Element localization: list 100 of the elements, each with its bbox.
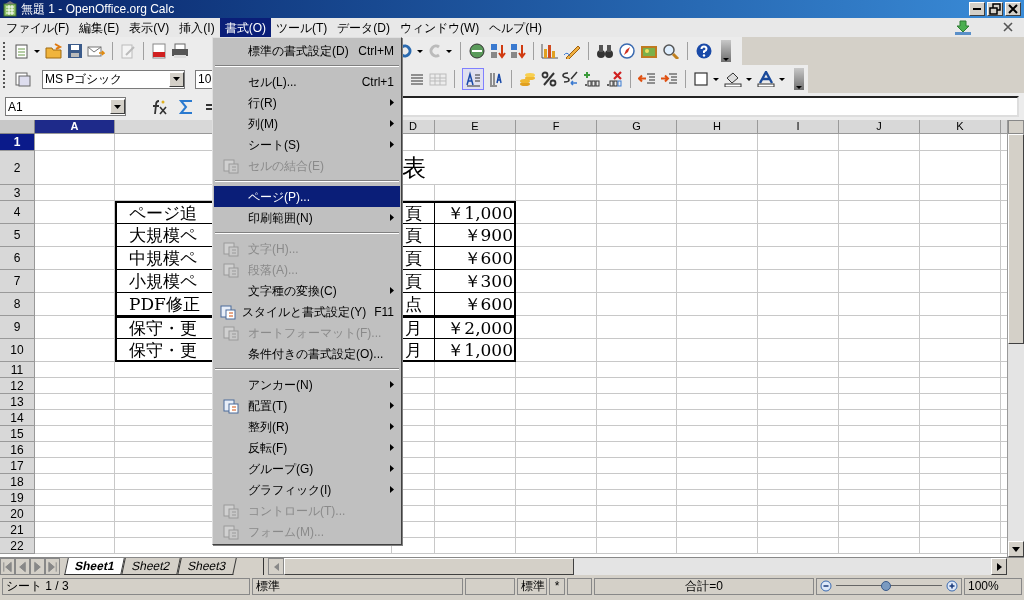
vertical-scrollbar[interactable] <box>1007 120 1024 557</box>
grid-cell[interactable] <box>516 378 597 394</box>
grid-cell[interactable] <box>839 458 920 474</box>
menu-option[interactable]: 整列(R) <box>214 416 400 437</box>
paint-bucket-icon[interactable] <box>724 71 742 87</box>
grid-cell[interactable] <box>597 270 677 293</box>
select-all-corner[interactable] <box>0 120 35 134</box>
menu-item[interactable]: データ(D) <box>332 18 395 37</box>
grid-cell[interactable] <box>920 201 1001 224</box>
grid-cell[interactable] <box>677 362 758 378</box>
grid-cell[interactable] <box>35 201 115 224</box>
scroll-down-button[interactable] <box>1008 541 1024 557</box>
grid-cell[interactable]: ￥300 <box>435 270 516 293</box>
grid-cell[interactable] <box>435 426 516 442</box>
grid-cell[interactable] <box>839 538 920 554</box>
grid-cell[interactable] <box>677 134 758 151</box>
grid-cell[interactable] <box>758 458 839 474</box>
status-zoom[interactable]: 100% <box>964 577 1022 595</box>
grid-cell[interactable] <box>839 270 920 293</box>
column-header[interactable]: H <box>677 120 758 134</box>
next-sheet-button[interactable] <box>30 558 45 575</box>
grid-cell[interactable] <box>435 394 516 410</box>
grid-cell[interactable] <box>35 442 115 458</box>
menu-item[interactable]: ヘルプ(H) <box>484 18 547 37</box>
grid-cell[interactable] <box>677 316 758 339</box>
grid-cell[interactable] <box>920 185 1001 201</box>
grid-cell[interactable] <box>35 134 115 151</box>
zoom-out-icon[interactable] <box>820 578 832 594</box>
grid-cell[interactable] <box>597 474 677 490</box>
grid-cell[interactable] <box>516 339 597 362</box>
grid-cell[interactable] <box>516 151 597 185</box>
grid-cell[interactable] <box>758 224 839 247</box>
gallery-icon[interactable] <box>640 43 658 59</box>
grid-cell[interactable] <box>516 247 597 270</box>
font-name-combobox[interactable]: MS Pゴシック <box>42 69 185 89</box>
grid-cell[interactable] <box>920 339 1001 362</box>
grid-cell[interactable] <box>35 247 115 270</box>
grid-cell[interactable] <box>516 522 597 538</box>
zoom-icon[interactable] <box>662 43 680 59</box>
menu-option[interactable]: グループ(G) <box>214 458 400 479</box>
last-sheet-button[interactable] <box>45 558 60 575</box>
navigator-icon[interactable] <box>468 43 486 59</box>
grid-cell[interactable] <box>839 339 920 362</box>
grid-cell[interactable] <box>435 151 516 185</box>
grid-cell[interactable] <box>597 522 677 538</box>
grid-cell[interactable] <box>35 224 115 247</box>
grid-cell[interactable] <box>516 316 597 339</box>
download-icon[interactable] <box>954 19 972 36</box>
row-header[interactable]: 7 <box>0 270 35 293</box>
grid-cell[interactable] <box>677 339 758 362</box>
row-header[interactable]: 11 <box>0 362 35 378</box>
grid-cell[interactable] <box>516 201 597 224</box>
grid-cell[interactable] <box>758 339 839 362</box>
grid-cell[interactable] <box>677 522 758 538</box>
grid-cell[interactable] <box>758 134 839 151</box>
grid-cell[interactable] <box>35 185 115 201</box>
grid-cell[interactable] <box>758 270 839 293</box>
grid-cell[interactable] <box>597 378 677 394</box>
vertical-align-icon[interactable] <box>488 71 504 87</box>
add-decimal-icon[interactable] <box>583 71 601 87</box>
grid-cell[interactable] <box>516 185 597 201</box>
grid-cell[interactable] <box>516 224 597 247</box>
grid-cell[interactable] <box>597 247 677 270</box>
row-header[interactable]: 4 <box>0 201 35 224</box>
grid-cell[interactable] <box>435 506 516 522</box>
grid-cell[interactable] <box>677 426 758 442</box>
grid-cell[interactable]: ￥1,000 <box>435 339 516 362</box>
grid-cell[interactable] <box>758 490 839 506</box>
grid-cell[interactable] <box>758 410 839 426</box>
grid-cell[interactable]: ￥1,000 <box>435 201 516 224</box>
help-icon[interactable] <box>695 43 713 59</box>
grid-cell[interactable] <box>35 151 115 185</box>
zoom-slider[interactable] <box>836 580 942 592</box>
grid-cell[interactable] <box>920 224 1001 247</box>
grid-cell[interactable] <box>920 378 1001 394</box>
font-color-icon[interactable] <box>757 71 775 87</box>
grid-cell[interactable] <box>516 394 597 410</box>
grid-cell[interactable] <box>597 201 677 224</box>
grid-cell[interactable] <box>839 201 920 224</box>
grid-cell[interactable]: ￥600 <box>435 247 516 270</box>
decrease-indent-icon[interactable] <box>638 71 656 87</box>
grid-cell[interactable] <box>920 522 1001 538</box>
delete-decimal-icon[interactable] <box>605 71 623 87</box>
grid-cell[interactable] <box>920 316 1001 339</box>
row-header[interactable]: 16 <box>0 442 35 458</box>
grid-cell[interactable] <box>839 185 920 201</box>
grid-cell[interactable] <box>516 506 597 522</box>
grid-cell[interactable] <box>758 426 839 442</box>
grid-cell[interactable] <box>516 362 597 378</box>
grid-cell[interactable] <box>758 293 839 316</box>
row-header[interactable]: 6 <box>0 247 35 270</box>
grid-cell[interactable] <box>516 293 597 316</box>
grid-cell[interactable] <box>839 442 920 458</box>
grid-cell[interactable] <box>677 224 758 247</box>
grid-cell[interactable] <box>597 458 677 474</box>
grid-cell[interactable] <box>677 538 758 554</box>
grid-cell[interactable] <box>516 490 597 506</box>
column-header[interactable]: A <box>35 120 115 134</box>
grid-cell[interactable] <box>35 426 115 442</box>
grid-cell[interactable] <box>758 506 839 522</box>
